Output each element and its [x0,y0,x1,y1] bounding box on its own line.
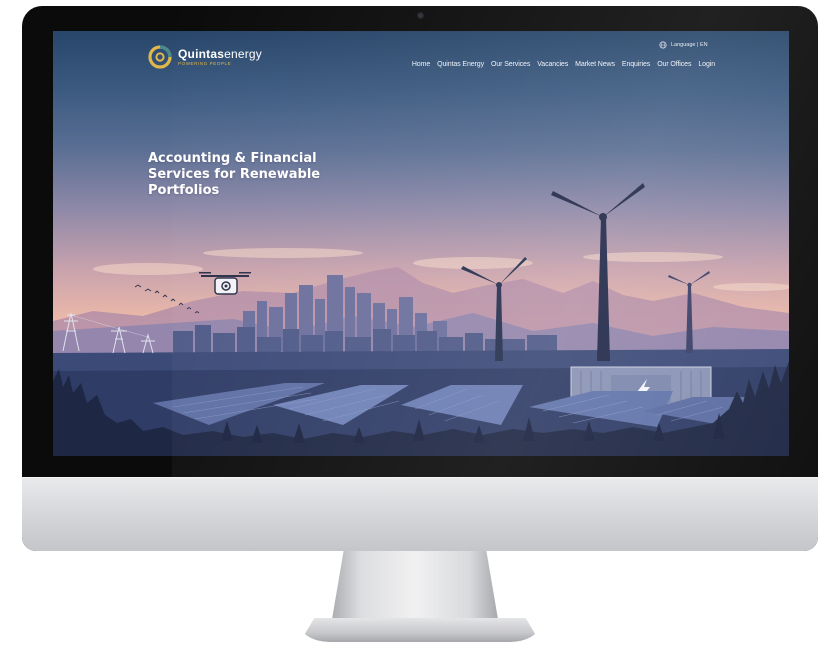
clouds [93,248,789,291]
language-label: Language | EN [671,42,708,48]
monitor-stand-base [300,618,540,642]
drone-icon [199,272,251,295]
nav-login[interactable]: Login [698,61,715,68]
monitor-chin [22,477,818,551]
webcam [418,13,423,18]
website-screen: Quintasenergy powering people Language |… [53,31,789,456]
nav-vacancies[interactable]: Vacancies [537,61,568,68]
nav-home[interactable]: Home [412,61,430,68]
hero-title: Accounting & Financial Services for Rene… [148,151,321,198]
nav-market-news[interactable]: Market News [575,61,615,68]
main-navigation: Home Quintas Energy Our Services Vacanci… [412,61,715,68]
quintas-logo-icon [148,45,172,69]
brand-tagline: powering people [178,60,232,66]
brand-name: Quintasenergy [178,46,262,61]
nav-our-services[interactable]: Our Services [491,61,530,68]
globe-icon [659,41,667,49]
nav-quintas-energy[interactable]: Quintas Energy [437,61,484,68]
language-selector[interactable]: Language | EN [659,41,708,49]
hero-illustration [53,183,789,456]
monitor-frame: Quintasenergy powering people Language |… [22,6,818,551]
site-logo[interactable]: Quintasenergy powering people [148,45,262,69]
nav-enquiries[interactable]: Enquiries [622,61,650,68]
nav-our-offices[interactable]: Our Offices [657,61,691,68]
